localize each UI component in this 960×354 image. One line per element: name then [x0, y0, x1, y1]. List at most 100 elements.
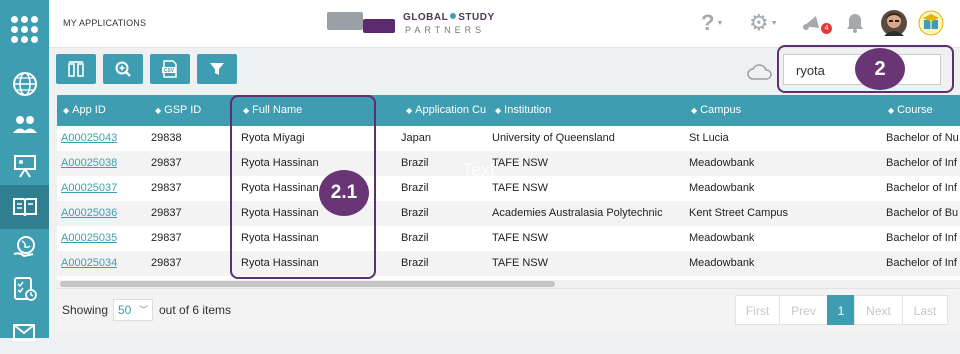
- table-header: ◆ App ID ◆ GSP ID ◆ Full Name ◆ Application …: [57, 95, 960, 126]
- table-row[interactable]: A00025034 29837 Ryota Hassinan Brazil TA…: [57, 251, 960, 276]
- campus-cell: Meadowbank: [689, 157, 755, 169]
- brand-logo: GLOBAL STUDY PARTNERS: [327, 10, 517, 38]
- top-bar: MY APPLICATIONS GLOBAL STUDY PARTNERS ? ▼ …: [49, 0, 960, 48]
- institution-cell: TAFE NSW: [492, 157, 549, 169]
- app-id-link[interactable]: A00025035: [61, 226, 117, 251]
- course-cell: Bachelor of Inf: [886, 182, 957, 194]
- announcement-icon[interactable]: 4: [801, 10, 835, 36]
- page-size-select[interactable]: 50 ﹀: [113, 299, 153, 321]
- sidebar: [0, 0, 49, 341]
- first-page-button[interactable]: First: [735, 295, 780, 325]
- mail-icon[interactable]: [0, 310, 49, 354]
- country-cell: Japan: [401, 132, 431, 144]
- country-cell: Brazil: [401, 157, 429, 169]
- table-row[interactable]: A00025038 29837 Ryota Hassinan Brazil TA…: [57, 151, 960, 176]
- institution-cell: TAFE NSW: [492, 257, 549, 269]
- help-icon[interactable]: ? ▼: [701, 10, 723, 36]
- table-row[interactable]: A00025035 29837 Ryota Hassinan Brazil TA…: [57, 226, 960, 251]
- course-cell: Bachelor of Inf: [886, 257, 957, 269]
- watermark-text: Text: [462, 160, 496, 180]
- course-cell: Bachelor of Nu: [886, 132, 959, 144]
- callout-badge-2-1: 2.1: [319, 170, 369, 216]
- column-header-institution[interactable]: ◆ Institution: [495, 95, 685, 126]
- page-1-button[interactable]: 1: [827, 295, 855, 325]
- course-cell: Bachelor of Inf: [886, 157, 957, 169]
- gsp-id-cell: 29837: [151, 257, 182, 269]
- applications-table: ◆ App ID ◆ GSP ID ◆ Full Name ◆ Application …: [57, 95, 960, 331]
- globe-hand-icon[interactable]: [0, 226, 49, 270]
- checklist-clock-icon[interactable]: [0, 267, 49, 311]
- sort-icon: ◆: [691, 106, 698, 115]
- showing-label: Showing: [62, 303, 109, 317]
- prev-page-button[interactable]: Prev: [779, 295, 828, 325]
- institution-cell: TAFE NSW: [492, 182, 549, 194]
- pagination-bar: Showing 50 ﹀ out of 6 items First Prev 1…: [57, 288, 960, 331]
- cloud-icon[interactable]: [746, 59, 774, 85]
- sort-icon: ◆: [495, 106, 502, 115]
- app-id-link[interactable]: A00025036: [61, 201, 117, 226]
- horizontal-scrollbar[interactable]: [57, 280, 960, 288]
- notification-count-badge: 4: [821, 23, 832, 34]
- zoom-in-icon: [115, 61, 131, 77]
- globe-icon[interactable]: [0, 62, 49, 106]
- chevron-down-icon: ﹀: [138, 305, 148, 315]
- gsp-id-cell: 29837: [151, 157, 182, 169]
- sort-icon: ◆: [888, 106, 895, 115]
- institution-cell: University of Queensland: [492, 132, 615, 144]
- export-csv-button[interactable]: CSV: [150, 54, 190, 84]
- campus-cell: Kent Street Campus: [689, 207, 789, 219]
- institution-cell: TAFE NSW: [492, 232, 549, 244]
- filter-icon: [210, 63, 224, 75]
- people-icon[interactable]: [0, 103, 49, 147]
- settings-gear-icon[interactable]: ⚙ ▼: [749, 10, 778, 36]
- gsp-id-cell: 29837: [151, 182, 182, 194]
- table-row[interactable]: A00025036 29837 Ryota Hassinan Brazil Ac…: [57, 201, 960, 226]
- last-page-button[interactable]: Last: [902, 295, 948, 325]
- applications-book-icon[interactable]: [0, 185, 49, 229]
- campus-cell: Meadowbank: [689, 257, 755, 269]
- filter-button[interactable]: [197, 54, 237, 84]
- app-id-link[interactable]: A00025034: [61, 251, 117, 276]
- country-cell: Brazil: [401, 257, 429, 269]
- app-id-link[interactable]: A00025037: [61, 176, 117, 201]
- bell-icon[interactable]: [845, 10, 865, 36]
- app-id-link[interactable]: A00025038: [61, 151, 117, 176]
- campus-cell: Meadowbank: [689, 182, 755, 194]
- gsp-id-cell: 29837: [151, 207, 182, 219]
- page-size-value: 50: [118, 303, 132, 317]
- callout-badge-2: 2: [855, 48, 905, 90]
- columns-button[interactable]: [56, 54, 96, 84]
- table-row[interactable]: A00025043 29838 Ryota Miyagi Japan Unive…: [57, 126, 960, 151]
- sort-icon: ◆: [406, 106, 413, 115]
- country-cell: Brazil: [401, 182, 429, 194]
- column-header-gsp-id[interactable]: ◆ GSP ID: [155, 95, 230, 126]
- learning-book-icon[interactable]: [918, 10, 944, 36]
- item-count-label: out of 6 items: [159, 303, 232, 317]
- next-page-button[interactable]: Next: [854, 295, 903, 325]
- column-header-campus[interactable]: ◆ Campus: [691, 95, 881, 126]
- country-cell: Brazil: [401, 232, 429, 244]
- columns-icon: [68, 61, 84, 77]
- avatar[interactable]: [880, 10, 908, 36]
- app-grid-icon[interactable]: [11, 16, 38, 43]
- campus-cell: St Lucia: [689, 132, 729, 144]
- table-row[interactable]: A00025037 29837 Ryota Hassinan Brazil TA…: [57, 176, 960, 201]
- course-cell: Bachelor of Bu: [886, 207, 959, 219]
- gsp-id-cell: 29837: [151, 232, 182, 244]
- sort-icon: ◆: [155, 106, 162, 115]
- institution-cell: Academies Australasia Polytechnic: [492, 207, 663, 219]
- column-header-app-id[interactable]: ◆ App ID: [63, 95, 153, 126]
- app-id-link[interactable]: A00025043: [61, 126, 117, 151]
- scrollbar-thumb[interactable]: [60, 281, 555, 287]
- column-header-application-country[interactable]: ◆ Application Cu: [406, 95, 487, 126]
- svg-text:CSV: CSV: [164, 68, 175, 74]
- campus-cell: Meadowbank: [689, 232, 755, 244]
- sort-icon: ◆: [63, 106, 70, 115]
- gsp-id-cell: 29838: [151, 132, 182, 144]
- column-header-course[interactable]: ◆ Course: [888, 95, 960, 126]
- zoom-button[interactable]: [103, 54, 143, 84]
- course-cell: Bachelor of Inf: [886, 232, 957, 244]
- presentation-icon[interactable]: [0, 144, 49, 188]
- csv-file-icon: CSV: [162, 60, 177, 78]
- country-cell: Brazil: [401, 207, 429, 219]
